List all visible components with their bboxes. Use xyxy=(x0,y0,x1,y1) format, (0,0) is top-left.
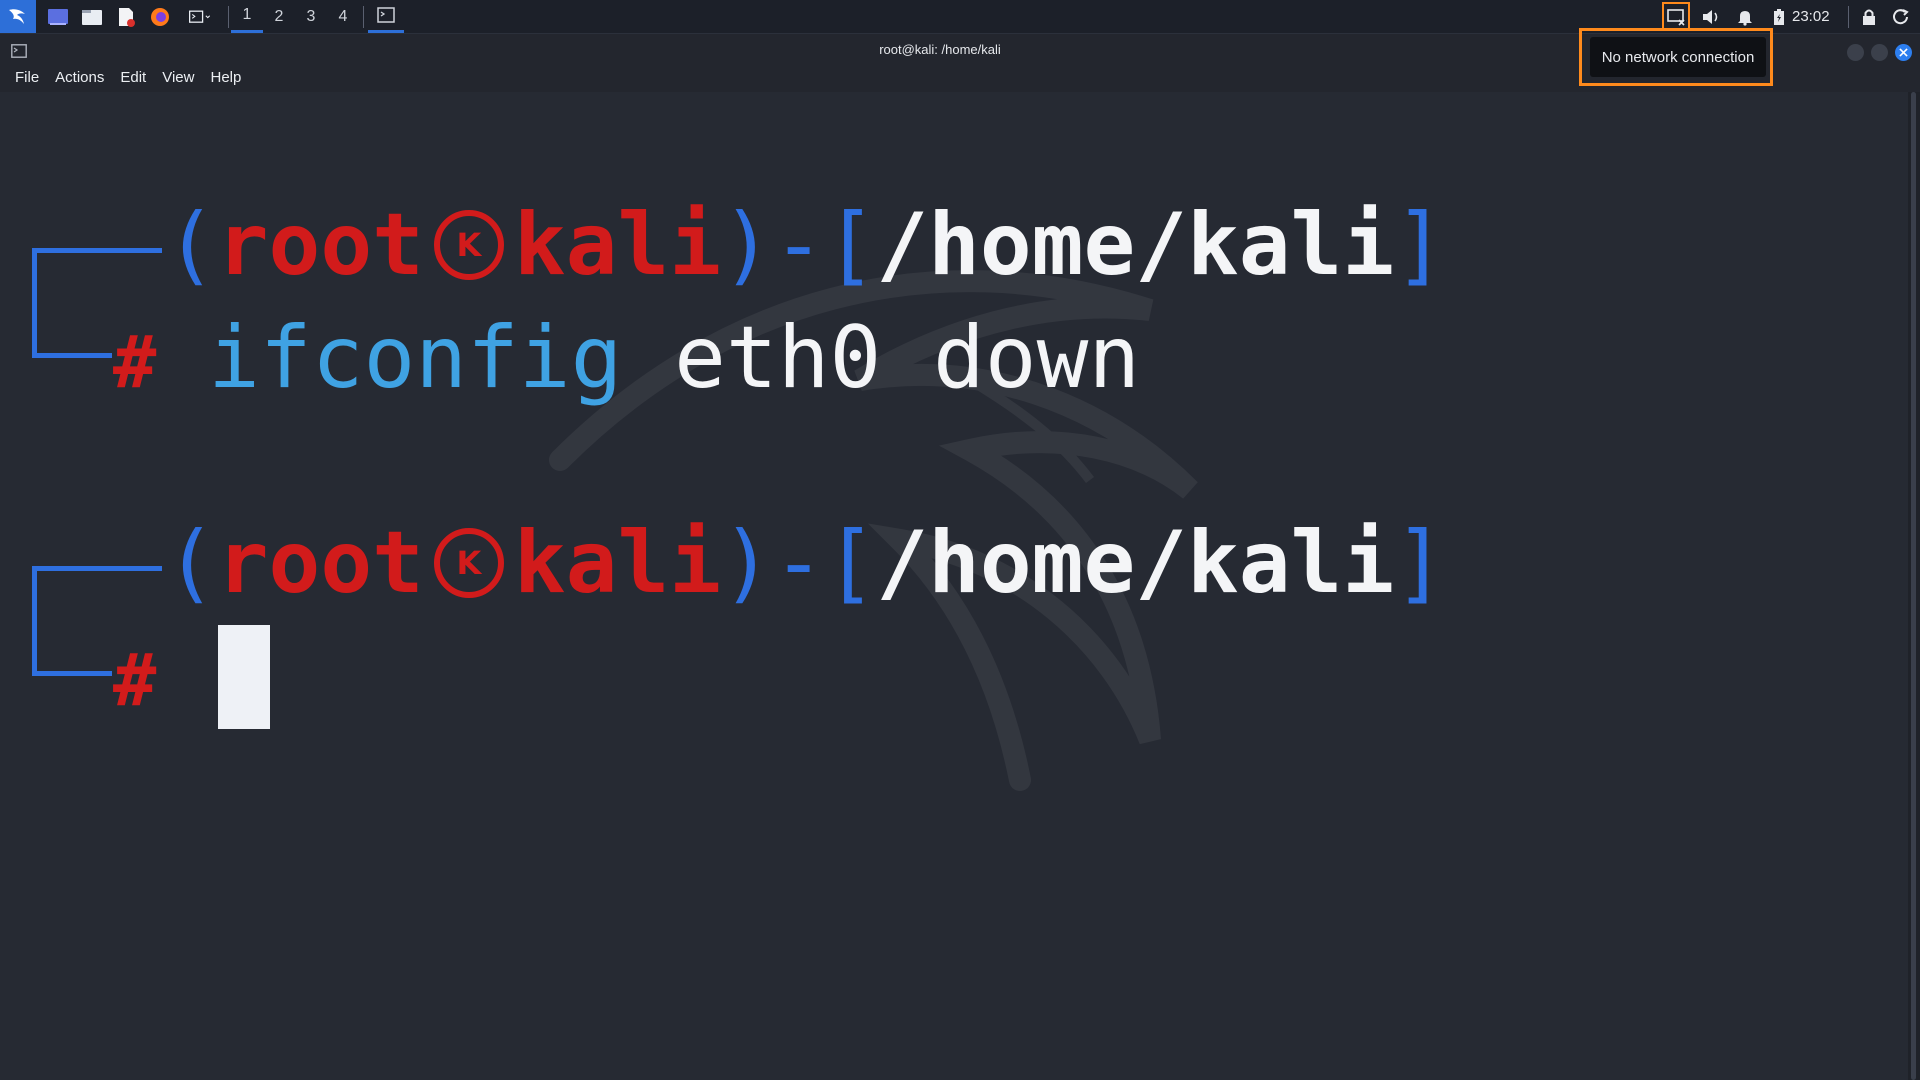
terminal-icon xyxy=(189,10,211,23)
kali-at-icon: K xyxy=(433,527,504,598)
file-manager-icon xyxy=(82,9,102,25)
close-button[interactable] xyxy=(1895,44,1912,61)
menu-help[interactable]: Help xyxy=(202,66,249,90)
prompt-line-2: (root Kkali)-[/home/kali] xyxy=(165,513,1446,613)
panel-clock[interactable]: 23:02 xyxy=(1792,0,1830,33)
menu-file[interactable]: File xyxy=(0,66,47,90)
minimize-button[interactable] xyxy=(1847,44,1864,61)
firefox-icon xyxy=(151,7,169,26)
prompt-close-bracket: ] xyxy=(1394,513,1446,613)
volume-icon xyxy=(1703,10,1718,24)
workspace-4[interactable]: 4 xyxy=(327,0,359,33)
kali-logo-icon xyxy=(9,8,25,24)
prompt-host: kali xyxy=(513,195,721,295)
scrollbar-thumb[interactable] xyxy=(1911,92,1916,1080)
file-manager-launcher[interactable] xyxy=(77,0,107,33)
workspace-2[interactable]: 2 xyxy=(263,0,295,33)
network-icon-highlight xyxy=(1662,2,1690,30)
show-desktop-launcher[interactable] xyxy=(43,0,73,33)
volume-button[interactable] xyxy=(1699,5,1723,29)
workspace-3[interactable]: 3 xyxy=(295,0,327,33)
firefox-launcher[interactable] xyxy=(145,0,175,33)
lock-screen-button[interactable] xyxy=(1857,5,1881,29)
terminal-launcher[interactable] xyxy=(178,0,222,33)
command-line-1: # ifconfig eth0 down xyxy=(113,308,1140,408)
battery-icon xyxy=(1774,9,1784,25)
prompt-hash: # xyxy=(113,638,157,722)
kali-menu-button[interactable] xyxy=(0,0,36,33)
prompt-bracket-foot xyxy=(32,671,112,676)
prompt-open-paren: ( xyxy=(165,195,217,295)
panel-separator xyxy=(228,6,229,28)
terminal-window-icon xyxy=(377,7,395,23)
command-line-2: # xyxy=(113,626,156,726)
prompt-user: root xyxy=(216,195,424,295)
prompt-bracket-foot xyxy=(32,353,112,358)
text-editor-icon xyxy=(119,7,135,27)
menu-view[interactable]: View xyxy=(154,66,202,90)
prompt-close-paren: )- xyxy=(721,195,825,295)
panel-separator xyxy=(1848,6,1849,28)
taskbar-terminal-window[interactable] xyxy=(368,0,404,33)
prompt-close-paren: )- xyxy=(721,513,825,613)
command-name: ifconfig xyxy=(208,308,623,408)
maximize-button[interactable] xyxy=(1871,44,1888,61)
power-icon xyxy=(1893,9,1909,25)
panel-separator xyxy=(363,6,364,28)
prompt-open-bracket: [ xyxy=(824,195,877,295)
prompt-path: /home/kali xyxy=(876,513,1395,613)
notifications-button[interactable] xyxy=(1733,5,1757,29)
menu-bar: File Actions Edit View Help xyxy=(0,66,1920,90)
menu-actions[interactable]: Actions xyxy=(47,66,112,90)
lock-icon xyxy=(1863,9,1875,25)
power-button[interactable] xyxy=(1889,5,1913,29)
prompt-hash: # xyxy=(113,320,157,404)
battery-button[interactable] xyxy=(1767,5,1791,29)
terminal-cursor xyxy=(218,625,270,729)
notification-bell-icon xyxy=(1738,11,1752,26)
text-editor-launcher[interactable] xyxy=(111,0,141,33)
workspace-1[interactable]: 1 xyxy=(231,0,263,33)
prompt-open-paren: ( xyxy=(165,513,217,613)
command-args: eth0 down xyxy=(674,308,1141,408)
menu-edit[interactable]: Edit xyxy=(112,66,154,90)
prompt-line-1: (root Kkali)-[/home/kali] xyxy=(165,195,1446,295)
prompt-close-bracket: ] xyxy=(1394,195,1446,295)
prompt-user: root xyxy=(216,513,424,613)
prompt-host: kali xyxy=(513,513,721,613)
prompt-open-bracket: [ xyxy=(824,513,877,613)
kali-at-icon: K xyxy=(433,209,504,280)
close-icon xyxy=(1899,48,1908,57)
desktop-icon xyxy=(48,8,68,25)
prompt-path: /home/kali xyxy=(876,195,1395,295)
